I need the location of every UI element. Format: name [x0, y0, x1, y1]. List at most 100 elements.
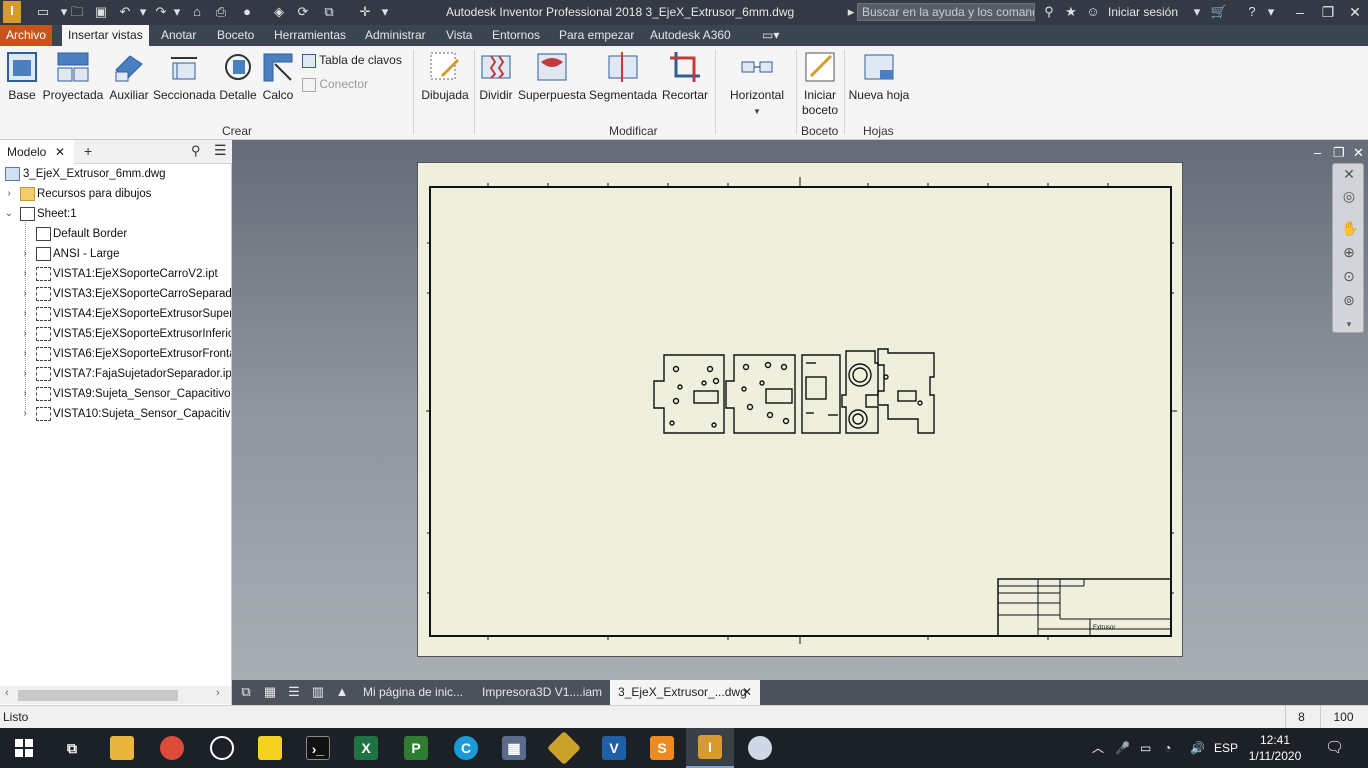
tab-vista[interactable]: Vista: [440, 25, 478, 46]
tab-autodesk-a360[interactable]: Autodesk A360: [644, 25, 737, 46]
open-folder-icon[interactable]: 🗀: [68, 3, 86, 21]
sketched-view-button[interactable]: Dibujada: [419, 50, 471, 103]
help-search-input[interactable]: Buscar en la ayuda y los comandos: [857, 3, 1035, 21]
browser-horizontal-scrollbar[interactable]: ‹ ›: [0, 686, 231, 704]
drawing-sheet[interactable]: Extrusor: [417, 162, 1183, 657]
navbar-close-icon[interactable]: ✕: [1341, 166, 1357, 182]
tab-herramientas[interactable]: Herramientas: [268, 25, 352, 46]
taskbar-ccleaner[interactable]: C: [442, 728, 490, 768]
microphone-icon[interactable]: 🎤: [1115, 728, 1130, 768]
breakout-view-button[interactable]: Superpuesta: [518, 50, 586, 103]
taskbar-sublime[interactable]: S: [638, 728, 686, 768]
tree-item-view[interactable]: › VISTA9:Sujeta_Sensor_Capacitivo.ip: [0, 384, 231, 404]
expand-arrow-icon[interactable]: ›: [20, 324, 30, 344]
tab-entornos[interactable]: Entornos: [486, 25, 546, 46]
inventor-logo-icon[interactable]: I: [3, 1, 21, 23]
minimize-icon[interactable]: –: [1285, 0, 1315, 25]
document-list-icon[interactable]: ▲: [333, 684, 351, 700]
undo-icon[interactable]: ↶: [116, 3, 134, 21]
tree-item-border[interactable]: Default Border: [0, 224, 231, 244]
zoom-window-icon[interactable]: ⊙: [1341, 268, 1357, 284]
menu-icon[interactable]: ☰: [214, 142, 227, 159]
taskbar-git[interactable]: [540, 728, 588, 768]
tab-para-empezar[interactable]: Para empezar: [553, 25, 640, 46]
volume-icon[interactable]: 🔊: [1190, 728, 1205, 768]
expand-arrow-icon[interactable]: ›: [20, 284, 30, 304]
user-icon[interactable]: ☺: [1086, 3, 1100, 21]
tree-item-sheet[interactable]: ⌄ Sheet:1: [0, 204, 231, 224]
expand-arrow-icon[interactable]: ›: [20, 384, 30, 404]
restore-icon[interactable]: ❐: [1313, 0, 1343, 25]
scroll-right-icon[interactable]: ›: [216, 687, 220, 699]
taskbar-file-explorer[interactable]: [98, 728, 146, 768]
tree-item-resources[interactable]: › Recursos para dibujos: [0, 184, 231, 204]
crop-view-button[interactable]: Recortar: [660, 50, 710, 103]
update-icon[interactable]: ⟳: [294, 3, 312, 21]
new-sheet-button[interactable]: Nueva hoja: [847, 50, 911, 103]
steering-wheel-icon[interactable]: ◎: [1341, 188, 1357, 204]
tree-item-view[interactable]: › VISTA3:EjeXSoporteCarroSeparador: [0, 284, 231, 304]
task-view-button[interactable]: ⧉: [48, 728, 96, 768]
search-icon[interactable]: ⚲: [191, 143, 201, 159]
tab-boceto[interactable]: Boceto: [211, 25, 260, 46]
clock[interactable]: 12:41 1/11/2020: [1245, 732, 1305, 764]
wifi-icon[interactable]: ◔: [1164, 728, 1171, 768]
taskbar-obs[interactable]: [198, 728, 246, 768]
graphics-canvas[interactable]: – ❐ ✕ Extrusor ✕ ◎ ✋ ⊕ ⊙ ⊚ ▾: [232, 140, 1368, 680]
language-indicator[interactable]: ESP: [1214, 728, 1238, 768]
collapse-arrow-icon[interactable]: ⌄: [4, 204, 14, 224]
projected-view-button[interactable]: Proyectada: [42, 50, 104, 103]
zoom-icon[interactable]: ⊕: [1341, 244, 1357, 260]
auxiliary-view-button[interactable]: Auxiliar: [106, 50, 152, 103]
horizontal-dropdown-icon[interactable]: ▼: [753, 107, 761, 116]
close-icon[interactable]: ✕: [1340, 0, 1368, 25]
tab-administrar[interactable]: Administrar: [359, 25, 432, 46]
signin-dropdown-icon[interactable]: ▾: [1188, 3, 1206, 21]
scrollbar-thumb[interactable]: [18, 690, 178, 701]
expand-arrow-icon[interactable]: ›: [20, 364, 30, 384]
hole-table-button[interactable]: Tabla de clavos: [302, 53, 402, 68]
help-dropdown-icon[interactable]: ▾: [1262, 3, 1280, 21]
taskbar-visual-studio[interactable]: V: [590, 728, 638, 768]
customize-dropdown-icon[interactable]: ▾: [376, 3, 394, 21]
taskbar-calculator[interactable]: ▦: [490, 728, 538, 768]
doc-tab-home[interactable]: Mi página de inic...: [355, 680, 471, 705]
taskbar-terminal[interactable]: ›_: [294, 728, 342, 768]
break-view-button[interactable]: Dividir: [477, 50, 515, 103]
taskbar-project[interactable]: P: [392, 728, 440, 768]
taskbar-paint[interactable]: [736, 728, 784, 768]
canvas-restore-icon[interactable]: ❐: [1333, 145, 1345, 161]
print-icon[interactable]: ⎙: [212, 3, 230, 21]
tree-item-view[interactable]: › VISTA1:EjeXSoporteCarroV2.ipt: [0, 264, 231, 284]
scroll-left-icon[interactable]: ‹: [5, 687, 9, 699]
doc-tab-drawing[interactable]: 3_EjeX_Extrusor_...dwg ✕: [610, 680, 760, 705]
redo-dropdown-icon[interactable]: ▾: [168, 3, 186, 21]
tray-chevron-icon[interactable]: ︿: [1092, 728, 1104, 768]
taskbar-excel[interactable]: X: [342, 728, 390, 768]
navbar-options-icon[interactable]: ▾: [1341, 316, 1357, 332]
tab-archivo[interactable]: Archivo: [0, 25, 53, 46]
save-icon[interactable]: ▣: [92, 3, 110, 21]
tile-vertical-icon[interactable]: ▥: [309, 684, 327, 700]
taskbar-sticky-notes[interactable]: [246, 728, 294, 768]
measure-icon[interactable]: ✛: [356, 3, 374, 21]
horizontal-alignment-button[interactable]: Horizontal ▼: [724, 50, 790, 117]
help-icon[interactable]: ?: [1243, 3, 1261, 21]
slice-view-button[interactable]: Segmentada: [589, 50, 657, 103]
expand-arrow-icon[interactable]: ›: [20, 264, 30, 284]
tree-item-view[interactable]: › VISTA10:Sujeta_Sensor_Capacitivo_: [0, 404, 231, 424]
taskbar-inventor[interactable]: I: [686, 728, 734, 768]
close-icon[interactable]: ✕: [55, 140, 65, 164]
start-sketch-button[interactable]: Iniciar boceto: [799, 50, 841, 118]
expand-arrow-icon[interactable]: ›: [20, 304, 30, 324]
material-icon[interactable]: ●: [238, 3, 256, 21]
expand-arrow-icon[interactable]: ›: [20, 344, 30, 364]
tab-insertar-vistas[interactable]: Insertar vistas: [62, 25, 149, 46]
cart-icon[interactable]: 🛒: [1210, 3, 1228, 21]
start-button[interactable]: [0, 728, 48, 768]
undo-dropdown-icon[interactable]: ▾: [134, 3, 152, 21]
cascade-windows-icon[interactable]: ⧉: [237, 684, 255, 700]
tree-item-view[interactable]: › VISTA5:EjeXSoporteExtrusorInferior: [0, 324, 231, 344]
expand-arrow-icon[interactable]: ›: [20, 404, 30, 424]
tree-item-title-block[interactable]: › ANSI - Large: [0, 244, 231, 264]
